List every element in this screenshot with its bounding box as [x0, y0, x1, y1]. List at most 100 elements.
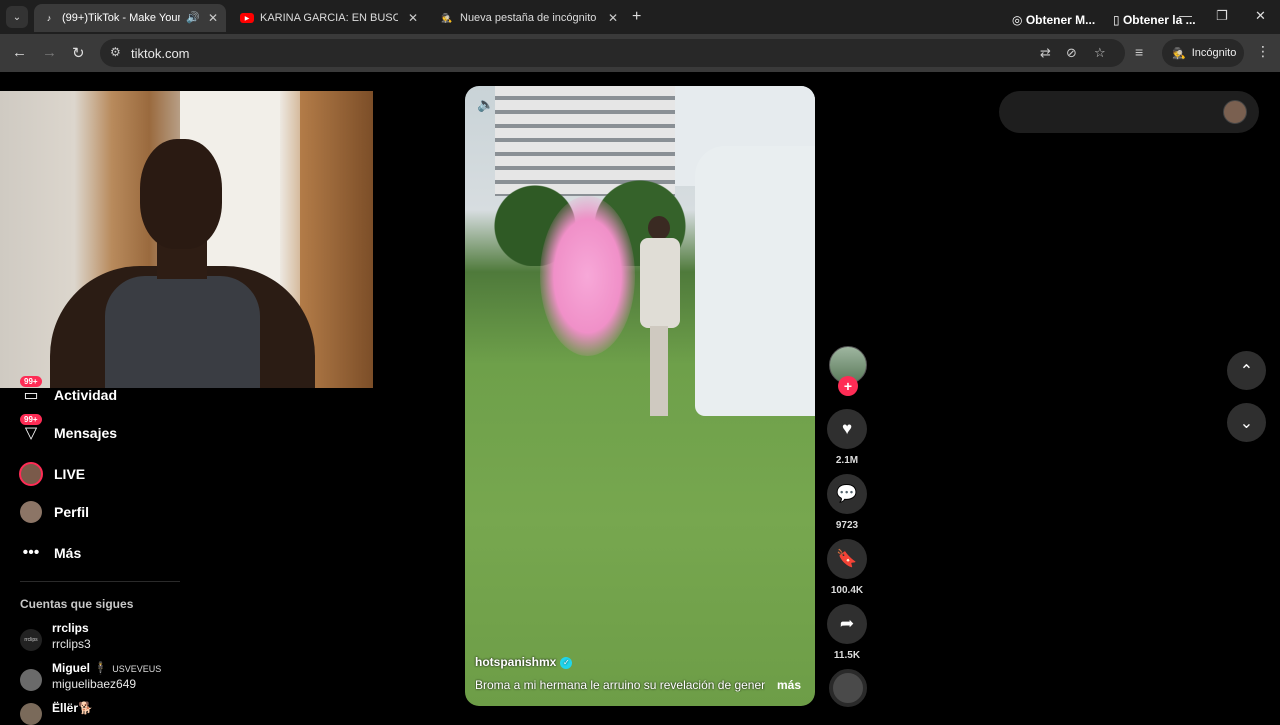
- profile-label: Incógnito: [1191, 47, 1237, 59]
- save-button[interactable]: 🔖: [827, 539, 867, 579]
- comment-count: 9723: [835, 520, 859, 531]
- forward-button[interactable]: →: [42, 44, 57, 61]
- eye-off-icon[interactable]: ⊘: [1066, 45, 1077, 61]
- webcam-person: [105, 276, 260, 388]
- tiktok-icon: ◎: [1012, 13, 1026, 27]
- top-actions-pill: [999, 91, 1259, 133]
- more-link[interactable]: más: [777, 678, 801, 692]
- close-window-button[interactable]: ✕: [1255, 8, 1266, 24]
- close-tab-icon[interactable]: ✕: [208, 11, 218, 25]
- avatar: rrclips: [20, 629, 42, 651]
- sidebar-item-activity[interactable]: ▭ 99+ Actividad: [18, 376, 118, 409]
- share-arrow-icon: ➦: [839, 614, 855, 633]
- sidebar-item-messages[interactable]: ▽ 99+ Mensajes: [18, 414, 118, 447]
- translate-icon[interactable]: ⇄: [1040, 45, 1051, 61]
- incognito-icon: 🕵: [1172, 47, 1186, 60]
- browser-toolbar: ← → ↻ ⚙ tiktok.com ⇄ ⊘ ☆ ≡ 🕵 Incógnito ⋮: [0, 34, 1280, 72]
- pill-label: Obtener la ...: [1122, 13, 1196, 27]
- save-count: 100.4K: [830, 585, 864, 596]
- video-frame: [540, 196, 635, 356]
- chevron-up-icon: ⌃: [1239, 362, 1254, 380]
- video-frame: [695, 146, 815, 416]
- new-tab-button[interactable]: +: [632, 8, 641, 26]
- restore-button[interactable]: ❐: [1216, 8, 1228, 24]
- video-author[interactable]: hotspanishmx ✓: [475, 655, 573, 669]
- back-button[interactable]: ←: [12, 44, 27, 61]
- video-description: Broma a mi hermana le arruino su revelac…: [475, 678, 765, 692]
- get-app-button[interactable]: ◎ Obtener M...: [1012, 13, 1095, 27]
- video-username[interactable]: hotspanishmx: [475, 655, 556, 669]
- webcam-person: [140, 139, 222, 249]
- sidebar-item-profile[interactable]: Perfil: [18, 498, 89, 526]
- following-title: Cuentas que sigues: [20, 597, 134, 611]
- tiktok-icon: ♪: [46, 13, 52, 23]
- reload-button[interactable]: ↻: [72, 44, 85, 62]
- incognito-profile-button[interactable]: 🕵 Incógnito: [1162, 39, 1244, 67]
- sidebar-divider: [20, 581, 180, 582]
- verified-icon: ✓: [560, 656, 573, 669]
- tab-youtube[interactable]: ▶ KARINA GARCIA: EN BUSCA DE ✕: [232, 4, 426, 32]
- sidebar-item-label: Más: [54, 545, 82, 561]
- tab-tiktok[interactable]: ♪ (99+)TikTok - Make Your Da 🔊 ✕: [34, 4, 226, 32]
- youtube-icon: ▶: [240, 13, 254, 23]
- like-button[interactable]: ♥: [827, 409, 867, 449]
- following-account[interactable]: rrclips rrclips rrclips3: [20, 621, 91, 651]
- avatar: [20, 703, 42, 725]
- tab-title: KARINA GARCIA: EN BUSCA DE: [260, 12, 398, 24]
- site-info-icon[interactable]: ⚙: [110, 45, 121, 59]
- bookmark-star-icon[interactable]: ☆: [1094, 45, 1106, 61]
- inbox-icon: ▭ 99+: [18, 376, 44, 408]
- account-handle: miguelibaez649: [52, 677, 137, 691]
- sidebar-item-label: LIVE: [54, 466, 86, 482]
- sidebar-item-live[interactable]: LIVE: [18, 460, 85, 488]
- phone-icon: ▯: [1113, 13, 1123, 27]
- close-tab-icon[interactable]: ✕: [408, 11, 418, 25]
- comment-icon: 💬: [836, 484, 858, 503]
- video-player[interactable]: 🔈 hotspanishmx ✓ Broma a mi hermana le ar…: [465, 86, 815, 706]
- like-count: 2.1M: [835, 455, 859, 466]
- url-text[interactable]: tiktok.com: [131, 46, 190, 61]
- speaker-icon[interactable]: 🔊: [186, 11, 200, 24]
- bookmark-icon: 🔖: [836, 549, 858, 568]
- browser-menu-icon[interactable]: ⋮: [1256, 43, 1270, 60]
- account-suffix: USVEVEUS: [112, 664, 162, 674]
- tab-incognito[interactable]: 🕵 Nueva pestaña de incógnito ✕: [432, 4, 626, 32]
- sidebar-item-label: Actividad: [54, 387, 118, 403]
- webcam-overlay: [0, 91, 373, 388]
- tab-title: (99+)TikTok - Make Your Da: [62, 12, 180, 24]
- address-bar[interactable]: ⚙ tiktok.com ⇄ ⊘ ☆: [100, 39, 1125, 67]
- avatar[interactable]: [1223, 100, 1247, 124]
- video-frame: [640, 216, 680, 426]
- incognito-icon: 🕵: [441, 12, 453, 23]
- chevron-down-icon: ⌄: [1239, 414, 1254, 432]
- close-tab-icon[interactable]: ✕: [608, 11, 618, 25]
- live-icon: [18, 461, 44, 487]
- heart-icon: ♥: [841, 419, 853, 438]
- get-mobile-app-button[interactable]: ▯ Obtener la ...: [1113, 13, 1196, 27]
- avatar: [18, 499, 44, 525]
- share-button[interactable]: ➦: [827, 604, 867, 644]
- account-name: Miguel 🕴: [52, 661, 109, 675]
- following-account[interactable]: Miguel 🕴 USVEVEUS miguelibaez649: [20, 661, 161, 691]
- music-disc[interactable]: [829, 669, 867, 707]
- more-dots-icon: •••: [22, 544, 40, 561]
- avatar: [20, 669, 42, 691]
- sidebar-item-label: Mensajes: [54, 425, 118, 441]
- previous-video-button[interactable]: ⌃: [1227, 351, 1266, 390]
- account-name: Ëllёr🐕: [52, 701, 93, 715]
- comment-button[interactable]: 💬: [827, 474, 867, 514]
- sidebar-item-more[interactable]: ••• Más: [18, 539, 82, 567]
- sidebar-item-label: Perfil: [54, 504, 90, 520]
- following-account[interactable]: Ëllёr🐕: [20, 701, 93, 725]
- follow-plus-icon[interactable]: +: [838, 376, 858, 396]
- pill-label: Obtener M...: [1025, 13, 1096, 27]
- share-count: 11.5K: [833, 650, 861, 661]
- next-video-button[interactable]: ⌄: [1227, 403, 1266, 442]
- tab-search-button[interactable]: ⌄: [6, 6, 28, 28]
- account-name: rrclips: [52, 621, 89, 635]
- media-controls-icon[interactable]: ≡: [1135, 44, 1143, 60]
- tab-title: Nueva pestaña de incógnito: [460, 12, 597, 24]
- account-handle: rrclips3: [52, 637, 91, 651]
- volume-icon[interactable]: 🔈: [477, 96, 494, 113]
- notification-badge: 99+: [20, 414, 42, 425]
